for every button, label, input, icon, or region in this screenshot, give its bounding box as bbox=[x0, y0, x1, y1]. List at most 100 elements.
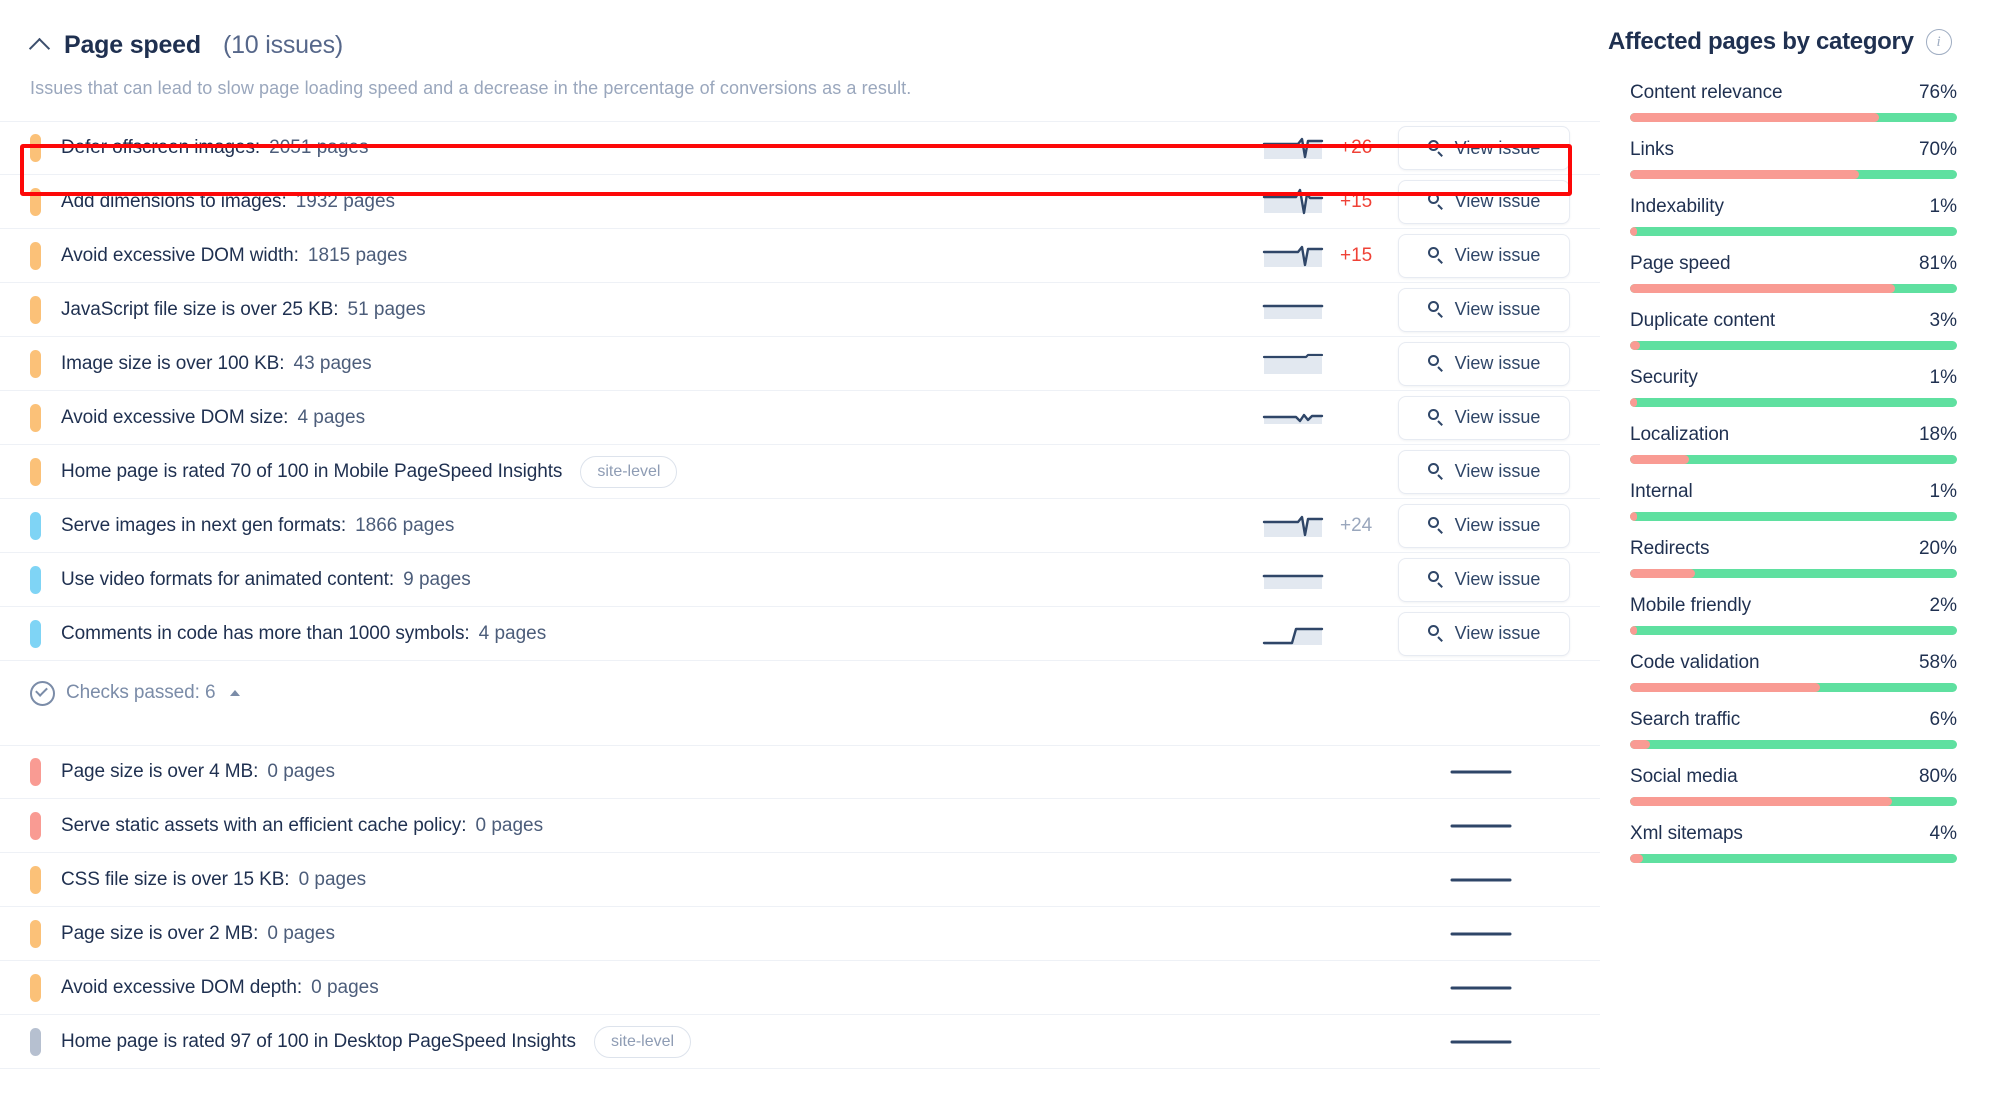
issue-page-count: 0 pages bbox=[475, 814, 544, 836]
category-item[interactable]: Internal 1% bbox=[1630, 481, 1957, 521]
checks-passed-header[interactable]: Checks passed: 6 bbox=[0, 661, 1600, 723]
issue-row[interactable]: Use video formats for animated content:9… bbox=[0, 553, 1600, 607]
category-header: Xml sitemaps 4% bbox=[1630, 823, 1957, 845]
category-header: Indexability 1% bbox=[1630, 196, 1957, 218]
severity-indicator-notice bbox=[30, 565, 41, 594]
category-item[interactable]: Redirects 20% bbox=[1630, 538, 1957, 578]
view-issue-button[interactable]: View issue bbox=[1398, 126, 1570, 170]
category-item[interactable]: Social media 80% bbox=[1630, 766, 1957, 806]
category-percent: 18% bbox=[1918, 424, 1957, 445]
category-percent: 70% bbox=[1918, 139, 1957, 160]
category-item[interactable]: Page speed 81% bbox=[1630, 253, 1957, 293]
issue-row[interactable]: Comments in code has more than 1000 symb… bbox=[0, 607, 1600, 661]
category-item[interactable]: Localization 18% bbox=[1630, 424, 1957, 464]
category-item[interactable]: Code validation 58% bbox=[1630, 652, 1957, 692]
issue-row[interactable]: Add dimensions to images:1932 pages +15 Vi… bbox=[0, 175, 1600, 229]
category-progress-bar bbox=[1630, 683, 1957, 692]
category-name: Internal bbox=[1630, 481, 1693, 502]
issue-row[interactable]: Avoid excessive DOM size:4 pages View iss… bbox=[0, 391, 1600, 445]
category-item[interactable]: Security 1% bbox=[1630, 367, 1957, 407]
issue-delta: +26 bbox=[1340, 137, 1373, 158]
issue-row[interactable]: Serve images in next gen formats:1866 pa… bbox=[0, 499, 1600, 553]
view-issue-button[interactable]: View issue bbox=[1398, 611, 1570, 656]
search-icon bbox=[1427, 463, 1445, 480]
view-issue-button[interactable]: View issue bbox=[1398, 341, 1570, 386]
checks-passed-list: Page size is over 4 MB:0 pages Serve stat… bbox=[0, 745, 1600, 1069]
category-progress-bar bbox=[1630, 398, 1957, 407]
caret-up-icon[interactable] bbox=[230, 690, 241, 696]
view-issue-button[interactable]: View issue bbox=[1398, 449, 1570, 494]
view-issue-button[interactable]: View issue bbox=[1398, 395, 1570, 440]
category-header: Code validation 58% bbox=[1630, 652, 1957, 674]
issue-separator: : bbox=[333, 298, 339, 320]
chevron-up-icon[interactable] bbox=[30, 35, 50, 55]
category-list: Content relevance 76% Links 70% Indexability… bbox=[1600, 82, 1999, 863]
issue-label: Add dimensions to images bbox=[61, 190, 282, 212]
issues-panel: Page speed (10 issues) Issues that can l… bbox=[0, 0, 1600, 1102]
category-header: Social media 80% bbox=[1630, 766, 1957, 788]
category-progress-fill bbox=[1630, 797, 1892, 806]
issue-row[interactable]: Page size is over 2 MB:0 pages bbox=[0, 907, 1600, 961]
issue-row[interactable]: Avoid excessive DOM depth:0 pages bbox=[0, 961, 1600, 1015]
category-name: Mobile friendly bbox=[1630, 595, 1751, 616]
section-header[interactable]: Page speed (10 issues) bbox=[0, 0, 1600, 62]
severity-indicator-warning bbox=[30, 973, 41, 1002]
view-issue-label: View issue bbox=[1454, 569, 1541, 589]
search-icon bbox=[1427, 247, 1445, 264]
category-item[interactable]: Xml sitemaps 4% bbox=[1630, 823, 1957, 863]
issue-separator: : bbox=[283, 406, 289, 428]
category-progress-bar bbox=[1630, 113, 1957, 122]
issue-page-count: 0 pages bbox=[267, 761, 336, 782]
issue-separator: : bbox=[253, 761, 259, 782]
category-item[interactable]: Mobile friendly 2% bbox=[1630, 595, 1957, 635]
category-item[interactable]: Duplicate content 3% bbox=[1630, 310, 1957, 350]
search-icon bbox=[1427, 571, 1445, 588]
info-icon[interactable]: i bbox=[1925, 29, 1952, 55]
sparkline-chart bbox=[1258, 240, 1328, 272]
site-level-badge: site-level bbox=[593, 1025, 692, 1058]
category-progress-bar bbox=[1630, 455, 1957, 464]
issue-row[interactable]: Image size is over 100 KB:43 pages View i… bbox=[0, 337, 1600, 391]
category-item[interactable]: Search traffic 6% bbox=[1630, 709, 1957, 749]
issue-row[interactable]: CSS file size is over 15 KB:0 pages bbox=[0, 853, 1600, 907]
category-percent: 58% bbox=[1918, 652, 1957, 673]
issue-row[interactable]: Home page is rated 97 of 100 in Desktop … bbox=[0, 1015, 1600, 1069]
severity-indicator-warning bbox=[30, 187, 41, 216]
issue-label: Page size is over 2 MB bbox=[61, 922, 254, 944]
issue-page-count: 43 pages bbox=[293, 352, 372, 374]
issue-row[interactable]: JavaScript file size is over 25 KB:51 pa… bbox=[0, 283, 1600, 337]
issue-row[interactable]: Avoid excessive DOM width:1815 pages +15 V… bbox=[0, 229, 1600, 283]
issue-page-count: 1866 pages bbox=[355, 514, 455, 536]
view-issue-button[interactable]: View issue bbox=[1398, 503, 1570, 548]
view-issue-button[interactable]: View issue bbox=[1398, 179, 1570, 224]
category-progress-fill bbox=[1630, 227, 1637, 236]
category-name: Localization bbox=[1630, 424, 1730, 445]
category-item[interactable]: Links 70% bbox=[1630, 139, 1957, 179]
severity-indicator-neutral bbox=[30, 1027, 41, 1056]
issue-row[interactable]: Defer offscreen images:2051 pages +26 View… bbox=[0, 121, 1600, 175]
category-item[interactable]: Content relevance 76% bbox=[1630, 82, 1957, 122]
category-item[interactable]: Indexability 1% bbox=[1630, 196, 1957, 236]
category-percent: 80% bbox=[1918, 766, 1957, 787]
view-issue-button[interactable]: View issue bbox=[1398, 233, 1570, 278]
category-percent: 6% bbox=[1929, 709, 1957, 730]
category-progress-bar bbox=[1630, 512, 1957, 521]
issue-row[interactable]: Home page is rated 70 of 100 in Mobile P… bbox=[0, 445, 1600, 499]
sparkline-chart bbox=[1258, 348, 1328, 380]
severity-indicator-warning bbox=[30, 919, 41, 948]
severity-indicator-notice bbox=[30, 619, 41, 648]
view-issue-button[interactable]: View issue bbox=[1398, 287, 1570, 332]
view-issue-button[interactable]: View issue bbox=[1398, 557, 1570, 602]
issue-delta: +15 bbox=[1340, 244, 1373, 266]
page-speed-report: Page speed (10 issues) Issues that can l… bbox=[0, 0, 1999, 1102]
category-header: Redirects 20% bbox=[1630, 538, 1957, 560]
issue-page-count: 51 pages bbox=[347, 298, 426, 320]
severity-indicator-warning bbox=[30, 349, 41, 378]
issue-label: JavaScript file size is over 25 KB bbox=[61, 298, 334, 320]
issue-label: Serve images in next gen formats bbox=[61, 514, 341, 536]
issue-row[interactable]: Page size is over 4 MB:0 pages bbox=[0, 745, 1600, 799]
issue-row[interactable]: Serve static assets with an efficient ca… bbox=[0, 799, 1600, 853]
category-percent: 3% bbox=[1929, 310, 1957, 331]
issue-separator: : bbox=[284, 868, 290, 890]
issue-label: Avoid excessive DOM width bbox=[61, 244, 294, 266]
